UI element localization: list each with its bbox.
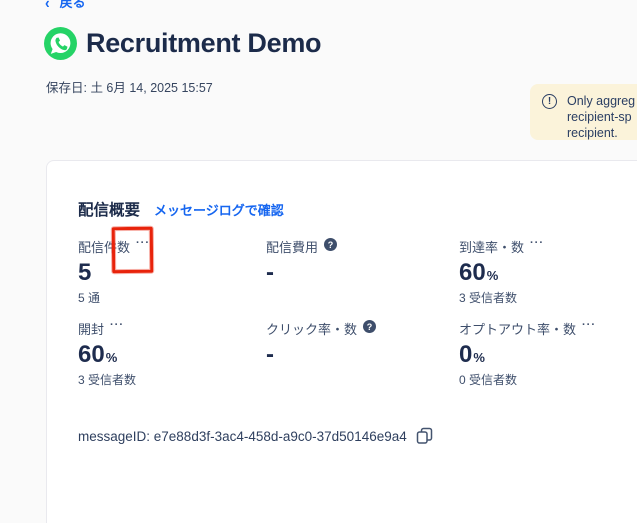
notice-banner: ! Only aggreg recipient-sp recipient.: [530, 84, 637, 140]
tooltip-dots-icon[interactable]: ···: [136, 238, 150, 249]
help-icon[interactable]: ?: [324, 238, 338, 251]
tooltip-dots-icon[interactable]: ···: [582, 320, 596, 331]
notice-line: Only aggreg: [567, 94, 636, 108]
stat-open: 開封 ··· 60% 3 受信者数: [78, 319, 258, 388]
stat-label: オプトアウト率・数: [459, 322, 577, 337]
warning-icon: !: [542, 94, 557, 109]
stat-click-rate: クリック率・数 ? -: [266, 319, 446, 371]
page-title: Recruitment Demo: [86, 28, 322, 58]
message-id: messageID: e7e88d3f-3ac4-458d-a9c0-37d50…: [78, 428, 407, 444]
stat-label-row: クリック率・数 ?: [266, 319, 446, 338]
copy-icon[interactable]: [416, 427, 433, 445]
stat-label: 開封: [78, 322, 105, 337]
stat-delivery-cost: 配信費用 ? -: [266, 237, 446, 289]
chevron-left-icon: ‹: [45, 0, 50, 11]
stat-value: 60%: [78, 342, 258, 368]
whatsapp-icon: [44, 27, 77, 60]
stat-label-row: 到達率・数 ···: [459, 237, 637, 256]
back-button[interactable]: ‹ 戻る: [45, 0, 86, 11]
stat-label: 配信費用: [266, 240, 319, 255]
stat-optout-rate: オプトアウト率・数 ··· 0% 0 受信者数: [459, 319, 637, 388]
stat-value: -: [266, 260, 446, 286]
tooltip-dots-icon[interactable]: ···: [110, 320, 124, 331]
saved-date: 保存日: 土 6月 14, 2025 15:57: [46, 81, 213, 95]
delivery-summary-card: 配信概要 メッセージログで確認 配信件数 ··· 5 5 通 配信費用 ? - …: [46, 160, 637, 523]
stat-value-unit: %: [486, 268, 499, 283]
stat-sub: 3 受信者数: [459, 291, 518, 305]
back-label: 戻る: [59, 0, 86, 10]
stat-value-number: 60: [459, 259, 486, 286]
help-icon[interactable]: ?: [363, 320, 377, 333]
message-log-link[interactable]: メッセージログで確認: [154, 200, 284, 219]
stat-value-number: 60: [78, 341, 105, 368]
stat-sub: 3 受信者数: [78, 373, 137, 387]
stat-label: クリック率・数: [266, 322, 358, 337]
stat-label-row: 開封 ···: [78, 319, 258, 338]
notice-line: recipient-sp: [567, 110, 632, 124]
stat-label-row: オプトアウト率・数 ···: [459, 319, 637, 338]
stat-label-row: 配信件数 ···: [78, 237, 258, 256]
stat-reach-rate: 到達率・数 ··· 60% 3 受信者数: [459, 237, 637, 306]
message-id-row: messageID: e7e88d3f-3ac4-458d-a9c0-37d50…: [78, 427, 433, 445]
stat-sub: 0 受信者数: [459, 373, 518, 387]
stat-value: -: [266, 342, 446, 368]
card-heading-row: 配信概要 メッセージログで確認: [78, 198, 284, 220]
stat-value: 5: [78, 260, 258, 286]
stat-sub: 5 通: [78, 291, 101, 305]
stat-value-number: -: [266, 341, 274, 368]
stat-value-unit: %: [473, 350, 485, 365]
stat-value-number: -: [266, 259, 274, 286]
card-heading: 配信概要: [78, 202, 141, 219]
stat-label: 到達率・数: [459, 240, 525, 255]
stat-value: 60%: [459, 260, 637, 286]
stat-label-row: 配信費用 ?: [266, 237, 446, 256]
page-header: Recruitment Demo: [44, 27, 322, 60]
stat-label: 配信件数: [78, 240, 131, 255]
notice-line: recipient.: [567, 126, 618, 140]
stat-delivery-count: 配信件数 ··· 5 5 通: [78, 237, 258, 306]
notice-text: Only aggreg recipient-sp recipient.: [567, 93, 636, 140]
tooltip-dots-icon[interactable]: ···: [530, 238, 544, 249]
stat-value: 0%: [459, 342, 637, 368]
stat-value-number: 5: [78, 259, 92, 286]
stat-value-unit: %: [105, 350, 118, 365]
stat-value-number: 0: [459, 341, 473, 368]
